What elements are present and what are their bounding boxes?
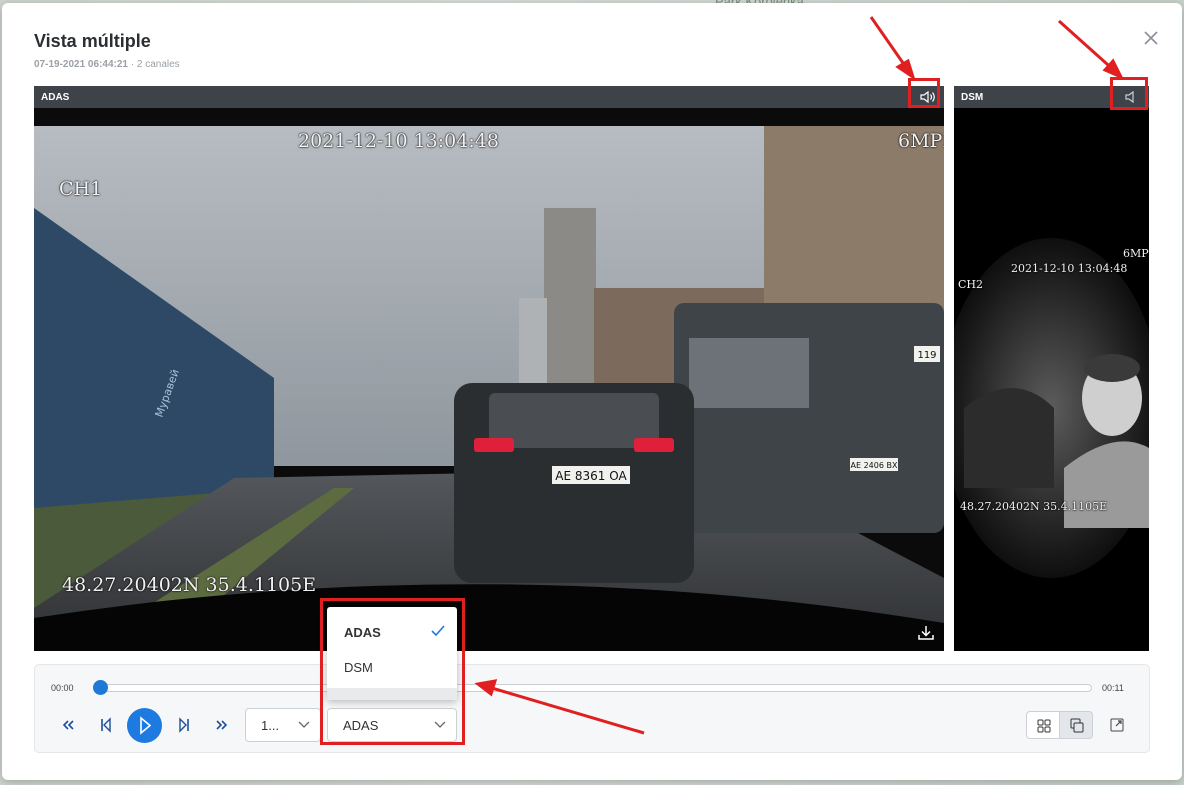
fast-forward-icon <box>216 720 228 730</box>
modal-subtitle: 07-19-2021 06:44:21 · 2 canales <box>34 59 180 70</box>
channel-count: 2 canales <box>136 59 180 70</box>
overlap-view-icon <box>1070 718 1084 733</box>
rewind-icon <box>62 720 74 730</box>
highlight-dsm-audio <box>1110 77 1148 110</box>
road-scene: AE 8361 OA AE 2406 BX 119 Муравей <box>34 108 944 651</box>
progress-thumb[interactable] <box>93 680 108 695</box>
expand-button[interactable] <box>1105 713 1129 737</box>
player-controls: 00:00 00:11 1... ADAS <box>34 664 1150 753</box>
highlight-channel-selector <box>320 598 465 745</box>
osd-gps-adas: 48.27.20402N 35.4.1105E <box>62 574 317 596</box>
osd-channel-adas: CH1 <box>59 178 103 200</box>
overlap-view-button[interactable] <box>1059 711 1093 739</box>
van-number: 119 <box>917 350 936 361</box>
camera-name-dsm: DSM <box>961 92 984 103</box>
camera-header-adas: ADAS <box>34 86 944 108</box>
playback-speed-value: 1... <box>261 718 280 733</box>
video-feed-dsm[interactable]: 6MPH 2021-12-10 13:04:48 CH2 48.27.20402… <box>954 108 1149 651</box>
skip-back-icon <box>101 717 111 733</box>
download-icon <box>918 626 934 640</box>
play-icon <box>140 716 152 735</box>
fast-forward-button[interactable] <box>210 713 234 737</box>
skip-forward-icon <box>179 717 189 733</box>
osd-speed-adas: 6MPH <box>898 130 944 152</box>
plate-front: AE 8361 OA <box>555 469 627 483</box>
video-feed-adas[interactable]: AE 8361 OA AE 2406 BX 119 Муравей 2021-1… <box>34 108 944 651</box>
cabin-scene <box>954 108 1149 651</box>
progress-track[interactable] <box>100 684 1092 692</box>
next-button[interactable] <box>172 713 196 737</box>
osd-timestamp-dsm: 2021-12-10 13:04:48 <box>1011 262 1128 275</box>
download-button-adas[interactable] <box>915 623 937 643</box>
previous-button[interactable] <box>94 713 118 737</box>
osd-gps-dsm: 48.27.20402N 35.4.1105E <box>960 500 1108 513</box>
grid-view-button[interactable] <box>1026 711 1060 739</box>
playback-speed-select[interactable]: 1... <box>245 708 321 742</box>
osd-channel-dsm: CH2 <box>958 278 984 291</box>
recording-datetime: 07-19-2021 06:44:21 <box>34 59 128 70</box>
osd-speed-dsm: 6MPH <box>1123 247 1149 260</box>
subtitle-separator: · <box>130 59 135 70</box>
grid-view-icon <box>1037 719 1051 733</box>
highlight-adas-audio <box>908 78 940 108</box>
plate-van: AE 2406 BX <box>851 461 898 470</box>
multi-view-modal: Vista múltiple 07-19-2021 06:44:21 · 2 c… <box>2 3 1182 780</box>
page-title: Vista múltiple <box>34 31 151 51</box>
camera-panel-dsm: DSM 6MPH 2021-12-10 13:0 <box>954 86 1149 651</box>
chevron-down-icon <box>298 721 310 728</box>
close-button[interactable] <box>1142 29 1160 47</box>
expand-icon <box>1110 718 1124 732</box>
osd-timestamp-adas: 2021-12-10 13:04:48 <box>298 130 499 152</box>
camera-name-adas: ADAS <box>41 92 70 103</box>
close-icon <box>1144 31 1158 45</box>
time-start: 00:00 <box>51 683 74 693</box>
time-end: 00:11 <box>1102 683 1124 693</box>
play-button[interactable] <box>127 708 162 743</box>
camera-panel-adas: ADAS AE 8361 OA AE 2406 BX 119 Муравей 2… <box>34 86 944 651</box>
rewind-button[interactable] <box>56 713 80 737</box>
